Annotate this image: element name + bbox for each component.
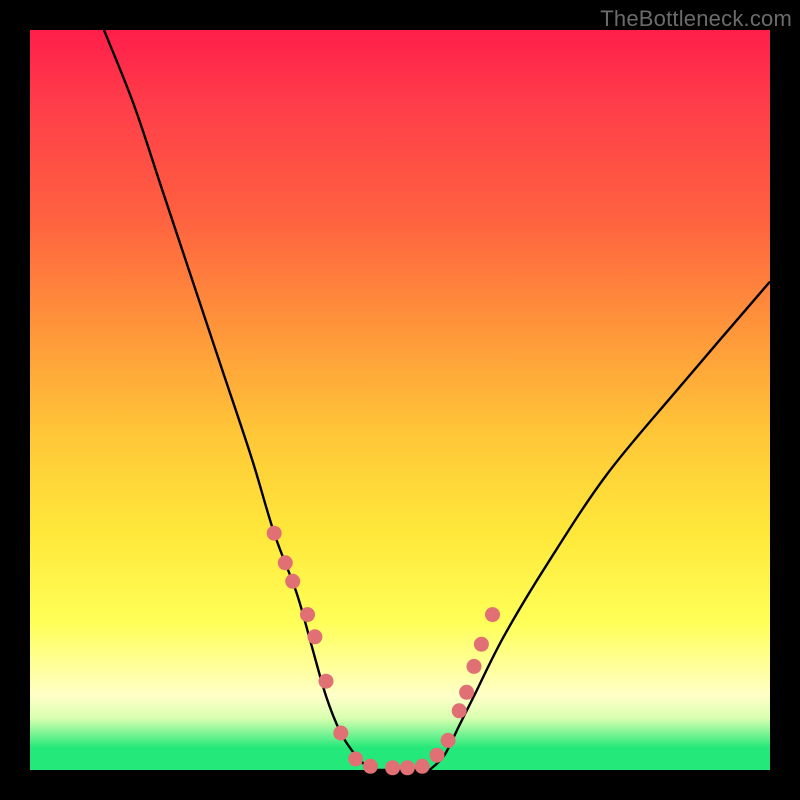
- marker-dot: [385, 760, 400, 775]
- curve-left-branch: [104, 30, 370, 770]
- marker-dot: [467, 659, 482, 674]
- outer-frame: TheBottleneck.com: [0, 0, 800, 800]
- marker-dot: [319, 674, 334, 689]
- marker-dot: [452, 703, 467, 718]
- marker-dot: [441, 733, 456, 748]
- chart-svg: [30, 30, 770, 770]
- marker-dot: [363, 759, 378, 774]
- marker-dot: [430, 748, 445, 763]
- plot-area: [30, 30, 770, 770]
- watermark-text: TheBottleneck.com: [600, 6, 792, 32]
- marker-dot: [300, 607, 315, 622]
- marker-dot: [307, 629, 322, 644]
- marker-dot: [415, 759, 430, 774]
- marker-dot: [400, 760, 415, 775]
- marker-dot: [278, 555, 293, 570]
- marker-dots: [267, 526, 500, 776]
- marker-dot: [333, 726, 348, 741]
- marker-dot: [474, 637, 489, 652]
- marker-dot: [459, 685, 474, 700]
- curve-right-branch: [430, 282, 770, 770]
- marker-dot: [485, 607, 500, 622]
- marker-dot: [348, 751, 363, 766]
- marker-dot: [285, 574, 300, 589]
- marker-dot: [267, 526, 282, 541]
